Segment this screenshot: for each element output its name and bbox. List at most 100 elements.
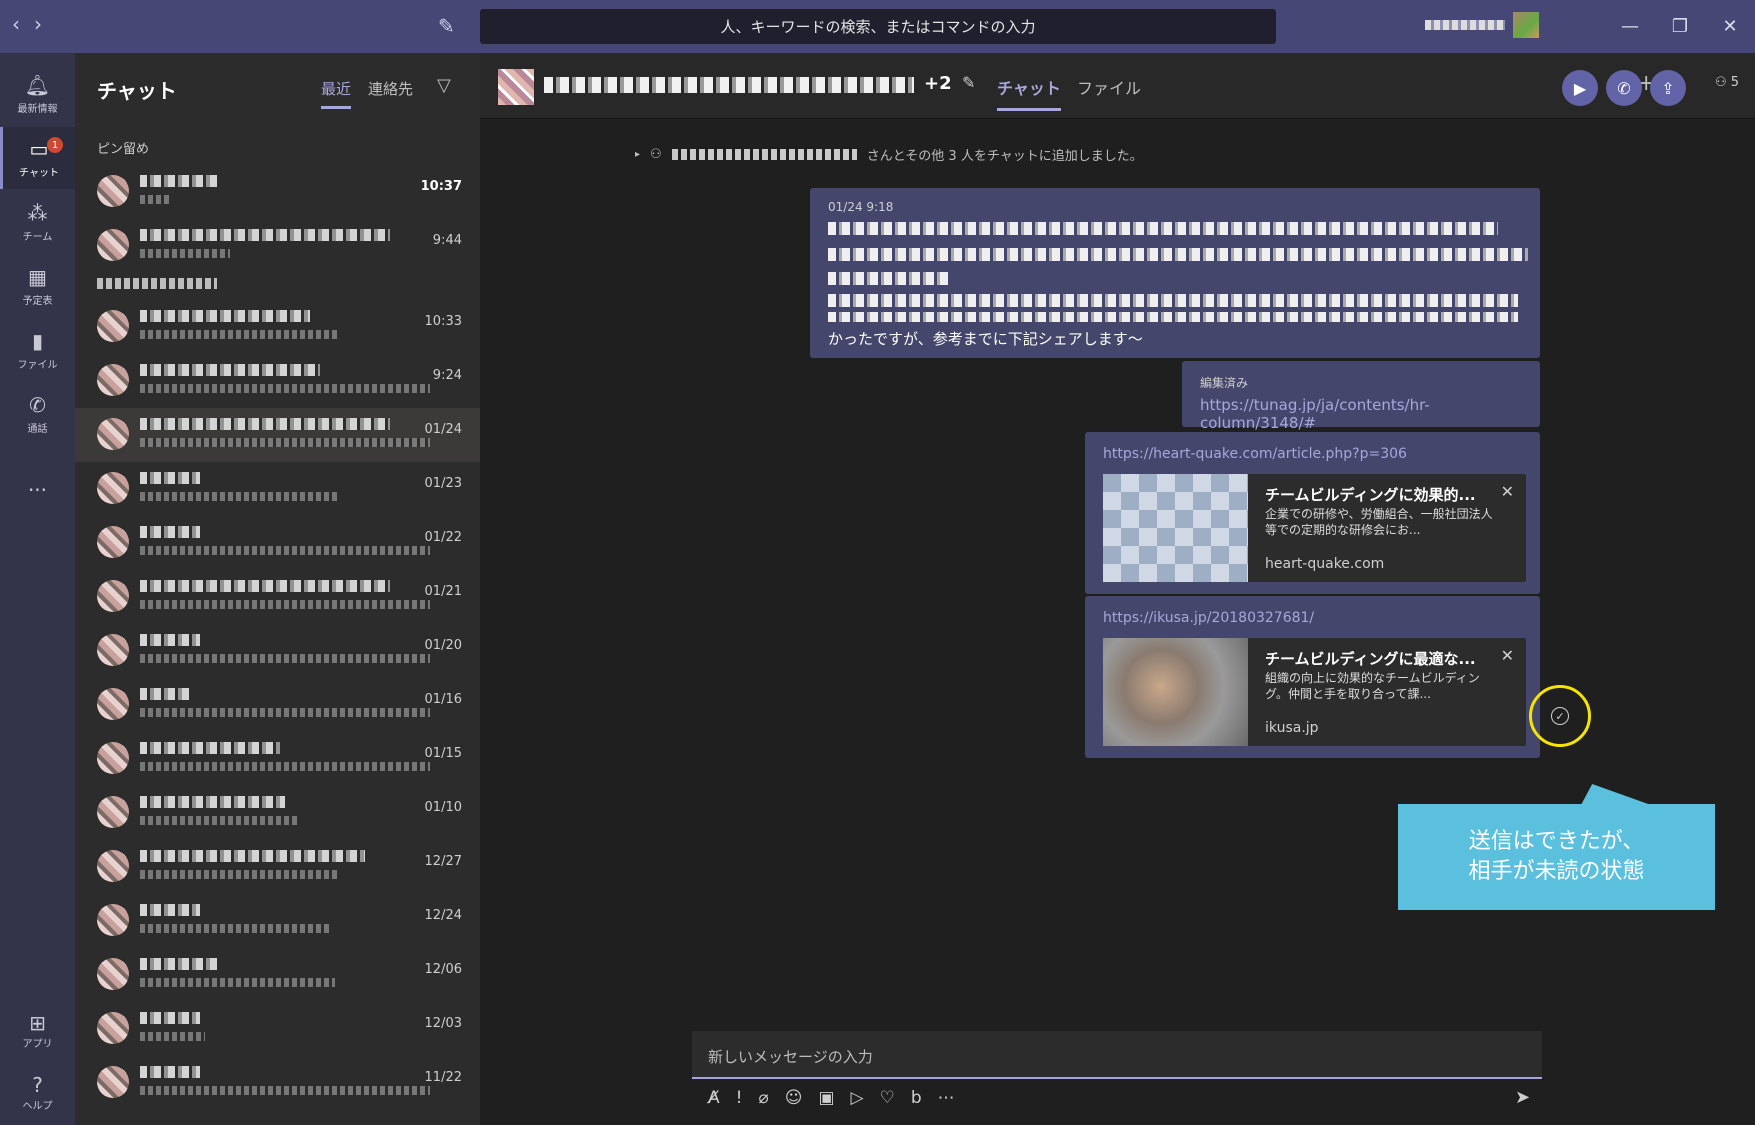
chat-time: 12/06 <box>424 962 462 977</box>
chat-time: 12/24 <box>424 908 462 923</box>
link-preview-card[interactable]: チームビルディングに効果的... 企業での研修や、労働組合、一般社団法人等での定… <box>1103 474 1526 582</box>
back-icon[interactable]: ‹ <box>12 12 20 36</box>
rail-item-calendar[interactable]: ▦ 予定表 <box>0 255 75 317</box>
link-preview-description: 企業での研修や、労働組合、一般社団法人等での定期的な研修会にお... <box>1265 507 1493 537</box>
maximize-icon[interactable]: ❐ <box>1655 0 1705 53</box>
calendar-icon: ▦ <box>28 265 47 289</box>
phone-icon: ✆ <box>1617 78 1631 98</box>
attach-icon[interactable]: ⌀ <box>758 1088 768 1108</box>
list-item[interactable]: 11/22 <box>75 1056 480 1110</box>
sticker-icon[interactable]: ▷ <box>851 1088 864 1108</box>
unread-badge: 1 <box>47 137 63 153</box>
more-apps-button[interactable]: ... <box>0 453 75 515</box>
bing-icon[interactable]: b <box>911 1088 922 1108</box>
avatar <box>97 229 129 261</box>
chat-name-blurred <box>140 634 200 646</box>
minimize-icon[interactable]: — <box>1605 0 1655 53</box>
rail-item-files[interactable]: ▮ ファイル <box>0 319 75 381</box>
avatar[interactable] <box>1513 12 1539 38</box>
rail-item-activity[interactable]: 🔔︎ 最新情報 <box>0 63 75 125</box>
rail-label: チーム <box>22 232 53 243</box>
chat-preview-blurred <box>140 1032 205 1041</box>
list-item-selected[interactable]: 01/24 <box>75 408 480 462</box>
conversation-pane: +2 ✎ チャット ファイル + ▶ ✆ ⇪ ⚇ 5 ▸ ⚇ さんとその他 3 … <box>480 53 1755 1125</box>
avatar <box>97 1066 129 1098</box>
list-item[interactable]: 01/20 <box>75 624 480 678</box>
send-icon[interactable]: ➤ <box>1515 1087 1530 1108</box>
chat-time: 01/22 <box>424 530 462 545</box>
message-bubble[interactable]: 編集済み https://tunag.jp/ja/contents/hr-col… <box>1182 361 1540 432</box>
chat-time: 10:37 <box>420 179 462 194</box>
list-item[interactable]: 01/10 <box>75 786 480 840</box>
close-icon[interactable]: ✕ <box>1501 646 1514 665</box>
rail-label: 最新情報 <box>17 104 58 115</box>
message-bubble[interactable]: https://ikusa.jp/20180327681/ チームビルディングに… <box>1085 596 1540 758</box>
more-options-icon[interactable]: ⋯ <box>938 1088 955 1108</box>
list-item[interactable]: 12/03 <box>75 1002 480 1056</box>
list-item[interactable]: 12/24 <box>75 894 480 948</box>
avatar <box>97 958 129 990</box>
help-button[interactable]: ? ヘルプ <box>0 1073 75 1112</box>
tab-chat[interactable]: チャット <box>997 75 1061 111</box>
rail-item-chat[interactable]: ▭ 1 チャット <box>0 127 75 189</box>
rail-label: 通話 <box>27 424 48 435</box>
tab-recent[interactable]: 最近 <box>321 78 352 109</box>
message-bubble[interactable]: https://heart-quake.com/article.php?p=30… <box>1085 432 1540 594</box>
list-item[interactable]: 9:44 <box>75 219 480 273</box>
message-text-blurred <box>828 222 1498 235</box>
emoji-icon[interactable]: ☺ <box>785 1088 803 1108</box>
list-item[interactable]: 10:33 <box>75 300 480 354</box>
chat-time: 01/23 <box>424 476 462 491</box>
list-item[interactable]: 01/15 <box>75 732 480 786</box>
message-bubble[interactable]: 01/24 9:18 かったですが、参考までに下記シェアします～ <box>810 188 1540 358</box>
tab-files[interactable]: ファイル <box>1077 75 1141 99</box>
link-preview-card[interactable]: チームビルディングに最適な... 組織の向上に効果的なチームビルディング。仲間と… <box>1103 638 1526 746</box>
message-link[interactable]: https://heart-quake.com/article.php?p=30… <box>1103 446 1407 462</box>
chat-time: 9:24 <box>432 368 462 383</box>
close-icon[interactable]: ✕ <box>1705 0 1755 53</box>
pencil-icon[interactable]: ✎ <box>962 73 975 92</box>
format-icon[interactable]: A̸ <box>708 1088 720 1108</box>
list-item[interactable]: 12/27 <box>75 840 480 894</box>
list-item[interactable]: 01/22 <box>75 516 480 570</box>
app-rail: 🔔︎ 最新情報 ▭ 1 チャット ⁂ チーム ▦ 予定表 ▮ ファイル ✆ 通話… <box>0 53 75 1125</box>
close-icon[interactable]: ✕ <box>1501 482 1514 501</box>
help-icon: ? <box>32 1073 43 1097</box>
giphy-icon[interactable]: ▣ <box>818 1088 834 1108</box>
forward-icon[interactable]: › <box>34 12 42 36</box>
apps-button[interactable]: ⊞ アプリ <box>0 1011 75 1050</box>
important-icon[interactable]: ! <box>736 1088 743 1108</box>
share-screen-button[interactable]: ⇪ <box>1650 70 1686 106</box>
participant-overflow[interactable]: +2 <box>924 73 952 94</box>
list-item[interactable]: 01/21 <box>75 570 480 624</box>
avatar <box>97 175 129 207</box>
audio-call-button[interactable]: ✆ <box>1606 70 1642 106</box>
tab-contacts[interactable]: 連絡先 <box>368 78 413 99</box>
message-link[interactable]: https://tunag.jp/ja/contents/hr-column/3… <box>1200 396 1540 432</box>
new-chat-icon[interactable]: ✎ <box>438 14 455 38</box>
chat-name-blurred <box>140 688 190 700</box>
message-link[interactable]: https://ikusa.jp/20180327681/ <box>1103 610 1314 626</box>
list-item[interactable]: 01/23 <box>75 462 480 516</box>
list-item[interactable]: 01/16 <box>75 678 480 732</box>
rail-item-teams[interactable]: ⁂ チーム <box>0 191 75 253</box>
profile-area[interactable] <box>1425 12 1539 38</box>
participants-button[interactable]: ⚇ 5 <box>1715 75 1739 90</box>
list-item[interactable]: 12/06 <box>75 948 480 1002</box>
list-item[interactable]: 9:24 <box>75 354 480 408</box>
praise-icon[interactable]: ♡ <box>880 1088 895 1108</box>
chat-preview-blurred <box>140 195 170 204</box>
chat-title-blurred[interactable] <box>544 77 914 93</box>
rail-item-calls[interactable]: ✆ 通話 <box>0 383 75 445</box>
chat-list-header: チャット 最近 連絡先 ▽ <box>75 53 480 123</box>
phone-icon: ✆ <box>29 393 46 417</box>
org-name-blurred <box>1425 20 1505 30</box>
search-input[interactable]: 人、キーワードの検索、またはコマンドの入力 <box>480 9 1276 44</box>
filter-icon[interactable]: ▽ <box>437 75 451 96</box>
message-compose-box[interactable]: 新しいメッセージの入力 <box>692 1031 1542 1079</box>
video-call-button[interactable]: ▶ <box>1562 70 1598 106</box>
list-item[interactable]: 10:37 <box>75 165 480 219</box>
sent-status-icon: ✓ <box>1551 707 1569 725</box>
link-preview-image <box>1103 474 1248 582</box>
expand-icon[interactable]: ▸ <box>635 149 640 160</box>
